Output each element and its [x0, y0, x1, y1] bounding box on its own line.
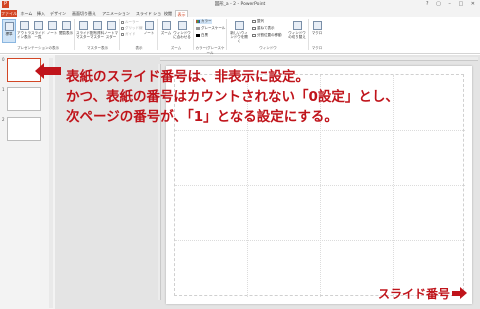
- ruler-checkbox[interactable]: ルーラー: [121, 20, 139, 25]
- grid-guide: [393, 75, 394, 297]
- tab-slideshow[interactable]: スライド ショー: [135, 10, 162, 23]
- cascade-icon: [252, 26, 256, 30]
- notes-master-icon: [106, 21, 116, 30]
- tab-view[interactable]: 表示: [175, 10, 188, 17]
- tab-animations[interactable]: アニメーション: [101, 10, 131, 17]
- checkbox-icon: [121, 26, 124, 30]
- ribbon: 標準 アウトライン表示 スライド一覧 ノート 閲覧表示 スライドマスター 配布資…: [0, 17, 480, 55]
- annotation-text: 表紙のスライド番号は、非表示に設定。 かつ、表紙の番号はカウントされない「0設定…: [66, 67, 399, 127]
- notes-page-button[interactable]: ノート: [45, 19, 59, 43]
- zoom-icon: [161, 21, 171, 30]
- slide-sorter-icon: [33, 21, 43, 30]
- normal-view-icon: [4, 22, 14, 31]
- group-label-master-views: マスター表示: [87, 46, 108, 50]
- group-label-presentation-views: プレゼンテーションの表示: [17, 46, 59, 50]
- tab-design[interactable]: デザイン: [49, 10, 67, 17]
- new-window-icon: [234, 21, 244, 30]
- grid-guide: [175, 185, 465, 186]
- group-label-show: 表示: [135, 46, 143, 50]
- color-option[interactable]: カラー: [196, 19, 212, 24]
- move-split-button[interactable]: 分割位置の移動: [252, 33, 282, 38]
- fit-to-window-button[interactable]: ウィンドウに合わせる: [173, 19, 191, 43]
- slide-number-label: スライド番号: [378, 287, 451, 301]
- group-label-zoom: ズーム: [170, 46, 182, 50]
- group-separator: [226, 19, 227, 50]
- outline-view-button[interactable]: アウトライン表示: [17, 19, 31, 43]
- fit-to-window-icon: [177, 21, 187, 30]
- outline-view-icon: [19, 21, 29, 30]
- group-separator: [119, 19, 120, 50]
- thumbnail-number: 0: [2, 57, 5, 62]
- arrange-icon: [252, 19, 256, 23]
- tab-insert[interactable]: 挿入: [36, 10, 46, 17]
- black-white-option[interactable]: 白黒: [196, 33, 208, 38]
- notes-icon: [144, 21, 154, 30]
- guides-checkbox[interactable]: ガイド: [121, 32, 136, 37]
- macros-icon: [312, 21, 322, 30]
- notes-page-icon: [47, 21, 57, 30]
- tab-transitions[interactable]: 画面切り替え: [71, 10, 97, 17]
- slide-master-icon: [78, 21, 88, 30]
- handout-master-button[interactable]: 配布資料マスター: [90, 19, 104, 43]
- tab-file[interactable]: ファイル: [1, 10, 17, 17]
- arrange-all-button[interactable]: 整列: [252, 19, 264, 24]
- checkbox-icon: [121, 20, 124, 24]
- zoom-button[interactable]: ズーム: [159, 19, 173, 43]
- ribbon-tabs: ファイル ホーム 挿入 デザイン 画面切り替え アニメーション スライド ショー…: [0, 9, 480, 23]
- group-separator: [308, 19, 309, 50]
- left-arrow-body: [43, 67, 61, 75]
- grayscale-option[interactable]: グレースケール: [196, 26, 225, 31]
- slide-sorter-button[interactable]: スライド一覧: [31, 19, 45, 43]
- notes-master-button[interactable]: ノートマスター: [104, 19, 118, 43]
- color-swatch-icon: [196, 19, 200, 23]
- annotation-line: かつ、表紙の番号はカウントされない「0設定」とし、: [66, 89, 399, 105]
- annotation-line: 表紙のスライド番号は、非表示に設定。: [66, 69, 309, 85]
- group-separator: [74, 19, 75, 50]
- window-controls[interactable]: ? ▢ – □ ✕: [426, 1, 478, 7]
- group-separator: [157, 19, 158, 50]
- thumbnail-scrollbar[interactable]: [49, 58, 53, 308]
- notes-button[interactable]: ノート: [142, 19, 156, 43]
- slide-master-button[interactable]: スライドマスター: [76, 19, 90, 43]
- group-label-macros: マクロ: [311, 46, 323, 50]
- grid-guide: [175, 240, 465, 241]
- move-split-icon: [252, 33, 256, 37]
- switch-windows-button[interactable]: ウィンドウの切り替え: [288, 19, 306, 43]
- group-label-window: ウィンドウ: [259, 46, 277, 50]
- right-arrow-icon: [460, 287, 467, 299]
- black-white-swatch-icon: [196, 33, 200, 37]
- handout-master-icon: [92, 21, 102, 30]
- annotation-line: 次ページの番号が、「1」となる設定にする。: [66, 109, 338, 125]
- gridlines-checkbox[interactable]: グリッド線: [121, 26, 143, 31]
- title-bar: P 図形_a - 2 - PowerPoint ? ▢ – □ ✕: [0, 0, 480, 17]
- checkbox-icon: [121, 32, 124, 36]
- thumbnail-number: 2: [2, 117, 5, 122]
- grayscale-swatch-icon: [196, 26, 200, 30]
- slide-thumbnail[interactable]: [7, 87, 41, 111]
- switch-windows-icon: [292, 21, 302, 30]
- normal-view-button[interactable]: 標準: [2, 19, 16, 43]
- horizontal-ruler: [160, 57, 478, 61]
- thumbnail-number: 1: [2, 87, 5, 92]
- tab-review[interactable]: 校閲: [163, 10, 173, 17]
- cascade-button[interactable]: 重ねて表示: [252, 26, 275, 31]
- new-window-button[interactable]: 新しいウィンドウを開く: [229, 19, 249, 43]
- slide-thumbnail[interactable]: [7, 117, 41, 141]
- macros-button[interactable]: マクロ: [310, 19, 324, 43]
- tab-home[interactable]: ホーム: [19, 10, 34, 17]
- reading-view-button[interactable]: 閲覧表示: [59, 19, 73, 43]
- reading-view-icon: [61, 21, 71, 30]
- grid-guide: [175, 130, 465, 131]
- window-title: 図形_a - 2 - PowerPoint: [214, 2, 266, 7]
